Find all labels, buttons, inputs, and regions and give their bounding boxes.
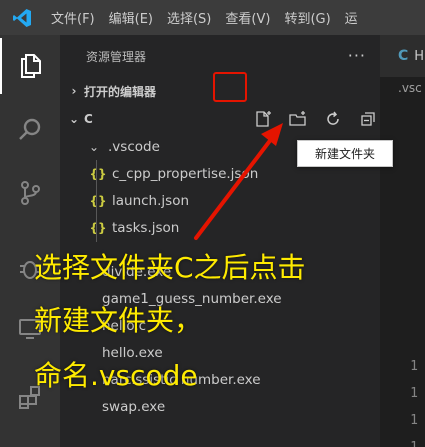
vscode-logo-icon bbox=[0, 0, 44, 35]
tab-label: H bbox=[414, 48, 425, 64]
explorer-title: 资源管理器 bbox=[86, 49, 147, 64]
chevron-down-icon: ⌄ bbox=[88, 139, 100, 154]
explorer-actions bbox=[245, 105, 380, 133]
tree-item-label: .vscode bbox=[108, 138, 160, 155]
menu-run[interactable]: 运 bbox=[338, 8, 365, 27]
line-number: 1 bbox=[410, 386, 418, 401]
menu-bar: 文件(F) 编辑(E) 选择(S) 查看(V) 转到(G) 运 bbox=[44, 8, 365, 27]
menu-file[interactable]: 文件(F) bbox=[44, 8, 102, 27]
folder-c-section[interactable]: ⌄ C bbox=[60, 105, 380, 133]
chevron-right-icon: › bbox=[71, 84, 77, 98]
menu-edit[interactable]: 编辑(E) bbox=[102, 8, 160, 27]
more-actions-icon[interactable]: ··· bbox=[348, 46, 366, 65]
tree-indent-guide bbox=[96, 160, 97, 242]
line-number: 1 bbox=[410, 359, 418, 374]
new-folder-tooltip: 新建文件夹 bbox=[297, 140, 393, 167]
explorer-header: 资源管理器 ··· bbox=[60, 35, 380, 77]
tree-item-tasks-json[interactable]: {} tasks.json bbox=[60, 214, 380, 241]
json-file-icon: {} bbox=[89, 220, 107, 235]
source-control-icon[interactable] bbox=[0, 165, 60, 221]
tree-item-label: launch.json bbox=[112, 192, 190, 209]
tree-item-label: swap.exe bbox=[102, 398, 166, 415]
tree-item-swap-exe[interactable]: swap.exe bbox=[60, 393, 380, 420]
menu-go[interactable]: 转到(G) bbox=[277, 8, 337, 27]
chevron-down-icon: ⌄ bbox=[68, 112, 80, 126]
new-folder-highlight bbox=[213, 72, 247, 102]
title-bar: 文件(F) 编辑(E) 选择(S) 查看(V) 转到(G) 运 bbox=[0, 0, 425, 35]
new-folder-icon[interactable] bbox=[280, 105, 315, 133]
tree-item-label: c_cpp_propertise.json bbox=[112, 165, 259, 182]
collapse-all-icon[interactable] bbox=[350, 105, 380, 133]
tree-item-label: tasks.json bbox=[112, 219, 180, 236]
breadcrumb[interactable]: .vsc bbox=[380, 77, 425, 99]
editor-tab[interactable]: C H bbox=[380, 35, 425, 77]
editor-area: C H .vsc 1 1 1 1 bbox=[380, 35, 425, 447]
annotation-line-3: 命名.vscode bbox=[34, 359, 198, 392]
explorer-icon[interactable] bbox=[0, 38, 60, 94]
open-editors-label: 打开的编辑器 bbox=[84, 84, 157, 99]
search-icon[interactable] bbox=[0, 102, 60, 158]
line-number: 1 bbox=[380, 440, 418, 447]
annotation-line-2: 新建文件夹， bbox=[34, 304, 203, 337]
annotation-line-1: 选择文件夹C之后点击 bbox=[34, 251, 306, 284]
menu-selection[interactable]: 选择(S) bbox=[160, 8, 218, 27]
new-file-icon[interactable] bbox=[245, 105, 280, 133]
refresh-icon[interactable] bbox=[315, 105, 350, 133]
line-number: 1 bbox=[410, 413, 418, 428]
folder-c-label: C bbox=[84, 112, 93, 126]
c-file-icon: C bbox=[398, 48, 409, 64]
json-file-icon: {} bbox=[89, 193, 107, 208]
tree-item-launch-json[interactable]: {} launch.json bbox=[60, 187, 380, 214]
menu-view[interactable]: 查看(V) bbox=[218, 8, 277, 27]
json-file-icon: {} bbox=[89, 166, 107, 181]
